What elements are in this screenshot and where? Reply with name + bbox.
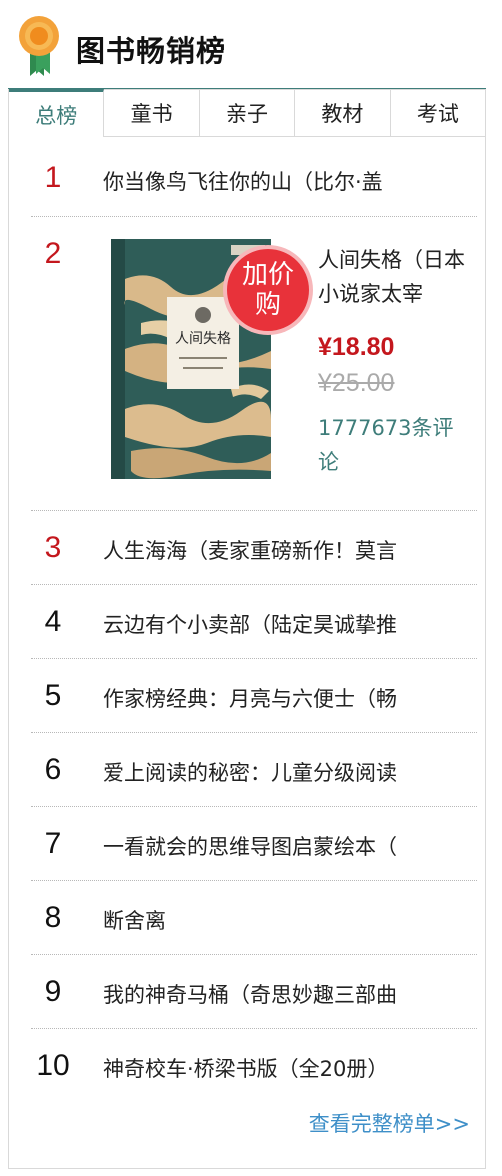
price-markup-badge[interactable]: 加价购 <box>223 245 313 335</box>
book-title-link[interactable]: 你当像鸟飞往你的山（比尔·盖 <box>103 166 443 196</box>
cover-title-text: 人间失格 <box>175 331 231 347</box>
rank-number: 3 <box>44 531 62 564</box>
featured-item[interactable]: 2 人间失格 加价购 人间失格（日本小说家太宰 ¥18.80 ¥25.00 17… <box>31 217 477 511</box>
list-item[interactable]: 6 爱上阅读的秘密：儿童分级阅读 <box>31 733 477 807</box>
tab-textbook[interactable]: 教材 <box>295 89 391 137</box>
ranking-list: 1 你当像鸟飞往你的山（比尔·盖 2 人间失格 加价购 人间失格（日本小说家太宰… <box>8 137 486 1169</box>
book-title-link[interactable]: 爱上阅读的秘密：儿童分级阅读 <box>103 757 443 787</box>
rank-number: 9 <box>44 975 62 1008</box>
rank-number: 7 <box>44 827 62 860</box>
book-title-link[interactable]: 作家榜经典：月亮与六便士（畅 <box>103 683 443 713</box>
rank-number: 10 <box>36 1049 70 1082</box>
ranking-header: 图书畅销榜 <box>0 0 502 88</box>
list-item[interactable]: 8 断舍离 <box>31 881 477 955</box>
tab-overall[interactable]: 总榜 <box>9 89 105 137</box>
list-item[interactable]: 7 一看就会的思维导图启蒙绘本（ <box>31 807 477 881</box>
book-title-link[interactable]: 人生海海（麦家重磅新作！莫言 <box>103 535 443 565</box>
page-title: 图书畅销榜 <box>76 34 227 68</box>
book-title-link[interactable]: 神奇校车·桥梁书版（全20册） <box>103 1053 443 1083</box>
list-item[interactable]: 5 作家榜经典：月亮与六便士（畅 <box>31 659 477 733</box>
book-title-link[interactable]: 云边有个小卖部（陆定昊诚挚推 <box>103 609 443 639</box>
book-title-link[interactable]: 一看就会的思维导图启蒙绘本（ <box>103 831 443 861</box>
rank-number: 5 <box>44 679 62 712</box>
rank-number: 6 <box>44 753 62 786</box>
rank-number: 1 <box>44 161 62 194</box>
tab-children[interactable]: 童书 <box>104 89 200 137</box>
list-item[interactable]: 4 云边有个小卖部（陆定昊诚挚推 <box>31 585 477 659</box>
list-item[interactable]: 9 我的神奇马桶（奇思妙趣三部曲 <box>31 955 477 1029</box>
view-full-list-link[interactable]: 查看完整榜单>> <box>309 1108 470 1138</box>
featured-book-title[interactable]: 人间失格（日本小说家太宰 <box>318 243 468 311</box>
original-price: ¥25.00 <box>318 369 395 397</box>
list-item[interactable]: 1 你当像鸟飞往你的山（比尔·盖 <box>31 137 477 217</box>
tab-exam[interactable]: 考试 <box>390 89 486 137</box>
rank-number: 8 <box>44 901 62 934</box>
category-tabs: 总榜 童书 亲子 教材 考试 <box>8 89 486 137</box>
review-count-link[interactable]: 1777673条评论 <box>318 411 468 479</box>
book-title-link[interactable]: 断舍离 <box>103 905 443 935</box>
book-title-link[interactable]: 我的神奇马桶（奇思妙趣三部曲 <box>103 979 443 1009</box>
list-item[interactable]: 10 神奇校车·桥梁书版（全20册） <box>31 1029 477 1103</box>
award-medal-icon <box>19 16 59 76</box>
rank-number: 2 <box>44 237 62 270</box>
rank-number: 4 <box>44 605 62 638</box>
list-item[interactable]: 3 人生海海（麦家重磅新作！莫言 <box>31 511 477 585</box>
current-price: ¥18.80 <box>318 333 395 361</box>
tab-parenting[interactable]: 亲子 <box>199 89 296 137</box>
